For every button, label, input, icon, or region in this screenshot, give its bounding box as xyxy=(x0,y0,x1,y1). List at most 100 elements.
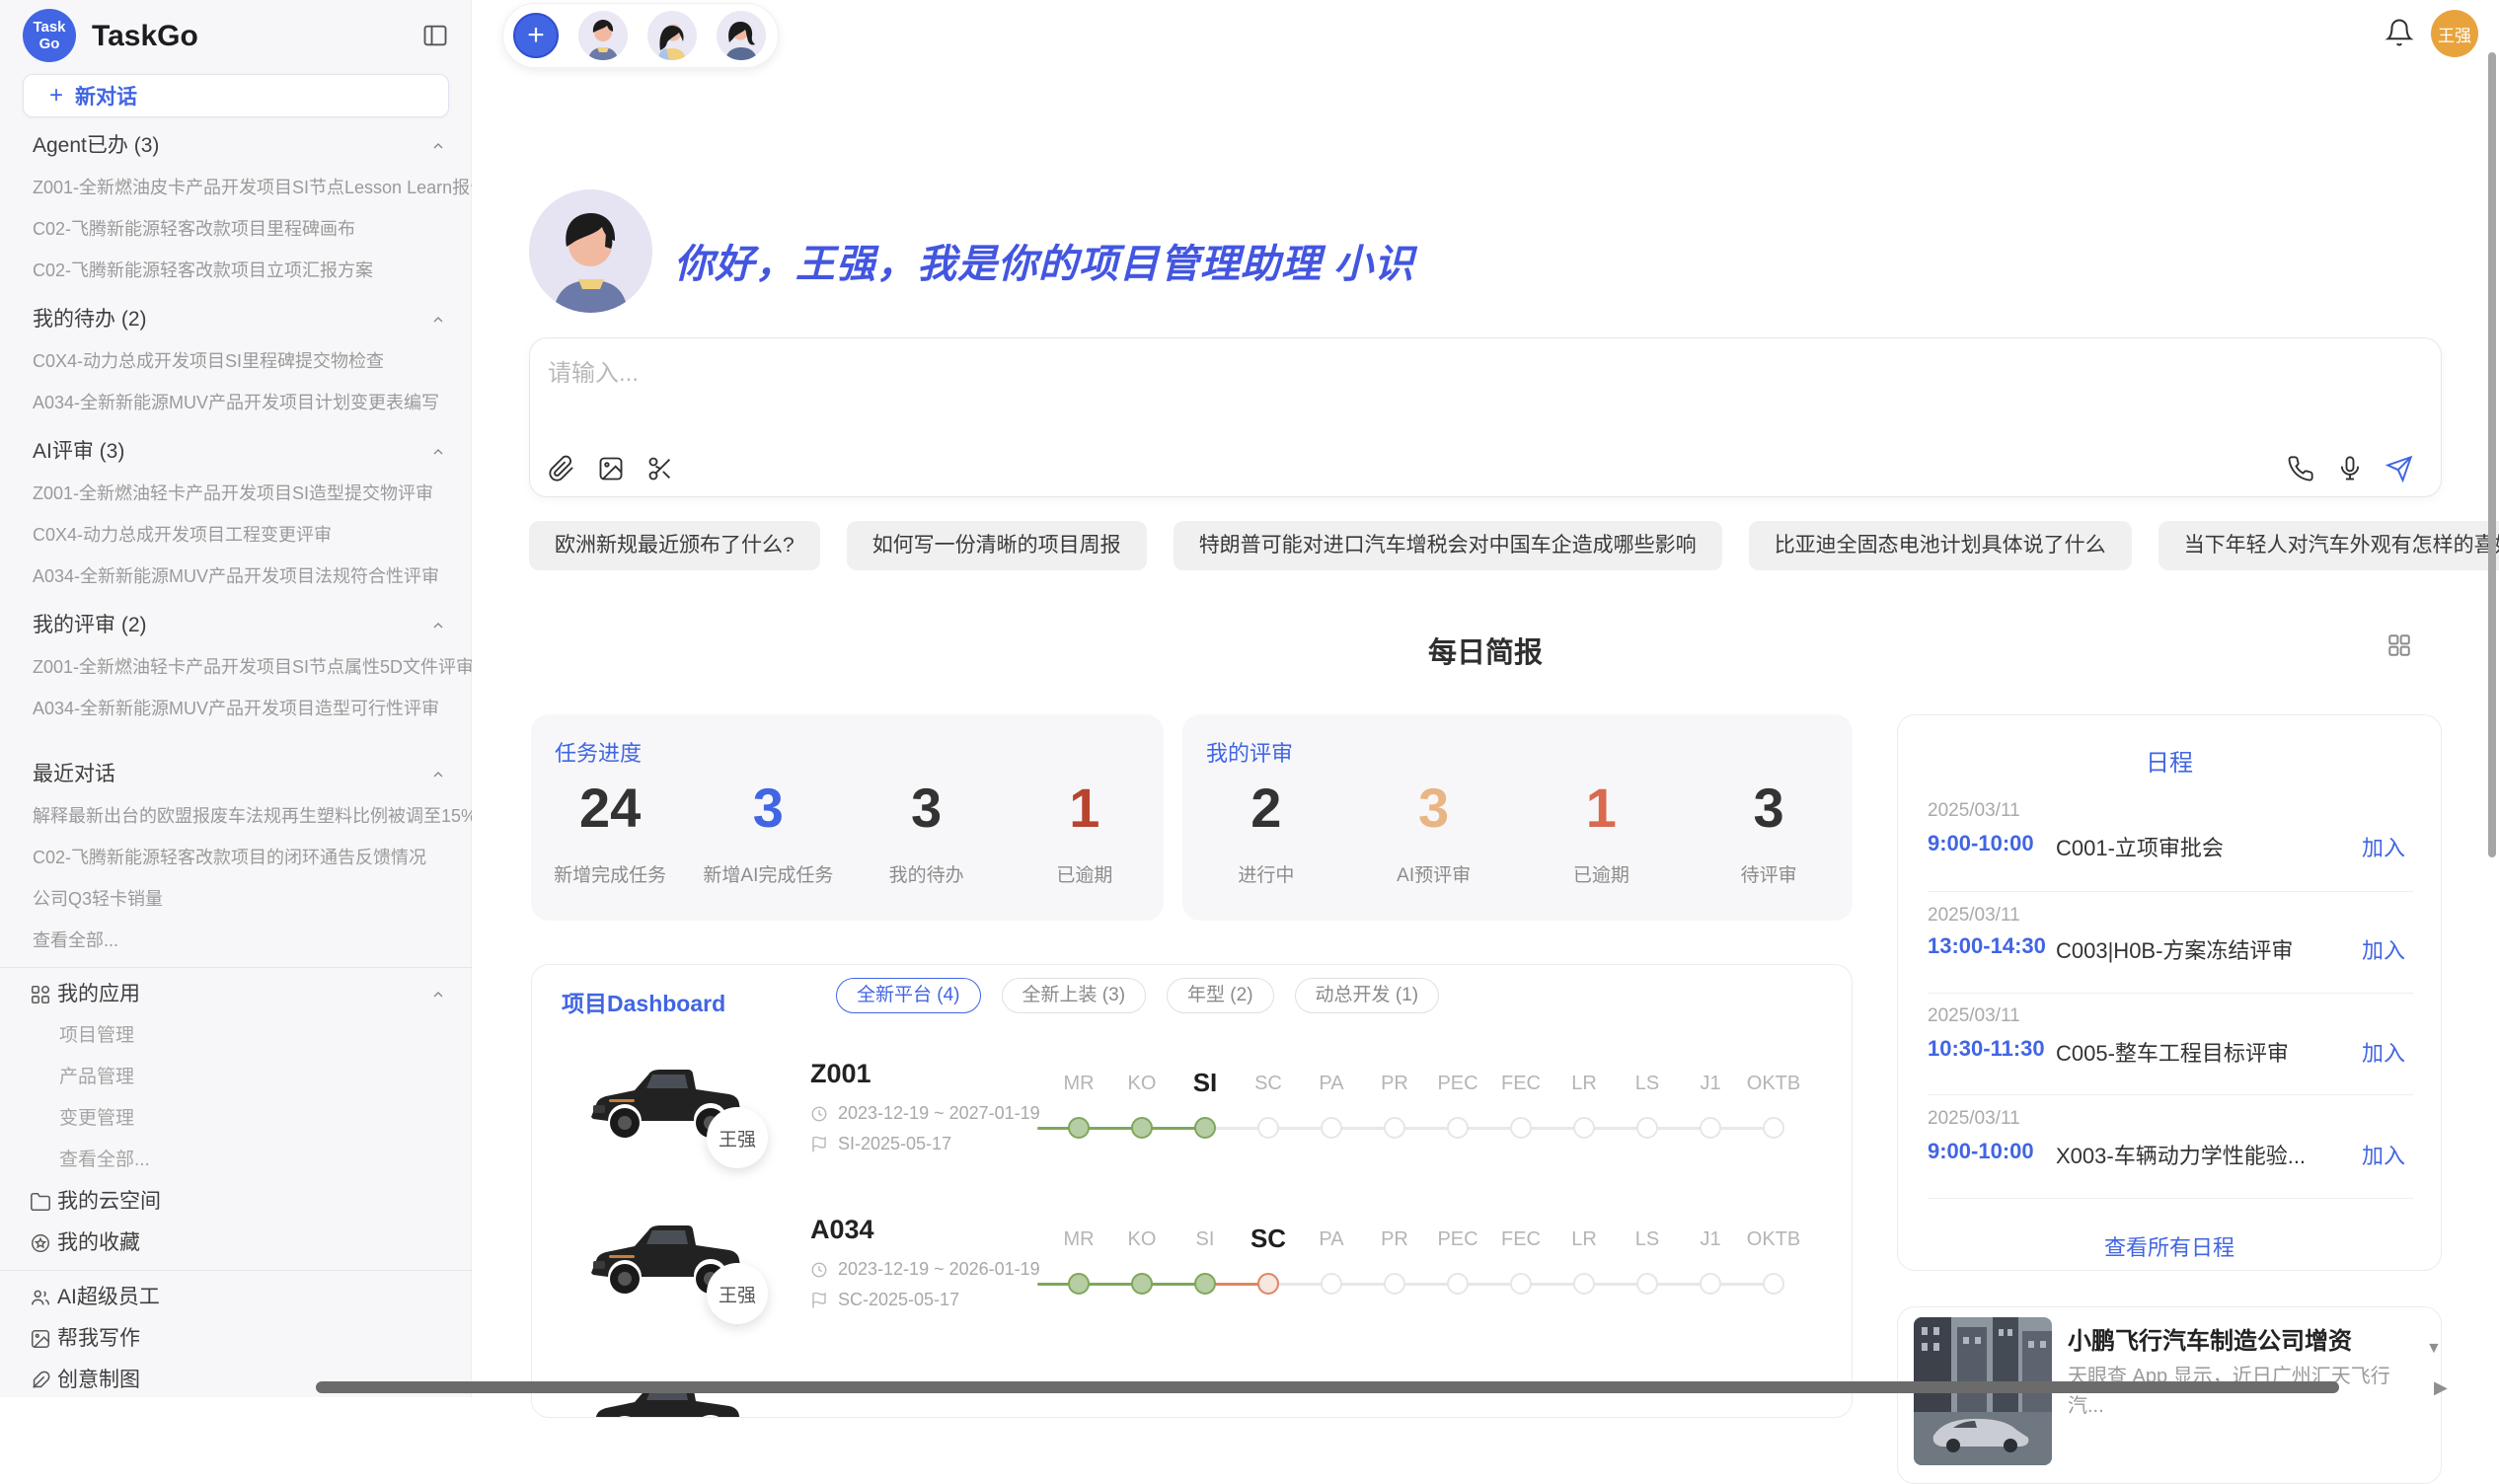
stat-item: 1 已逾期 xyxy=(1006,772,1164,887)
sidebar-item-favorites[interactable]: 我的收藏 xyxy=(0,1223,472,1264)
app-item-product-mgmt[interactable]: 产品管理 xyxy=(0,1057,472,1098)
microphone-icon[interactable] xyxy=(2336,455,2364,482)
conversation-item[interactable]: Z001-全新燃油轻卡产品开发项目SI节点属性5D文件评审 xyxy=(0,646,472,688)
horizontal-scrollbar[interactable] xyxy=(316,1381,2339,1393)
view-all-recent[interactable]: 查看全部... xyxy=(0,920,472,961)
conversation-item[interactable]: C0X4-动力总成开发项目SI里程碑提交物检查 xyxy=(0,340,472,382)
chevron-up-icon[interactable] xyxy=(430,987,446,1002)
voice-call-icon[interactable] xyxy=(2287,455,2314,482)
event-date: 2025/03/11 xyxy=(1928,1005,2020,1027)
event-title: X003-车辆动力学性能验... xyxy=(2056,1139,2306,1170)
chevron-up-icon[interactable] xyxy=(430,138,446,154)
send-icon[interactable] xyxy=(2385,455,2413,482)
project-node: SI-2025-05-17 xyxy=(810,1134,951,1154)
chevron-up-icon[interactable] xyxy=(430,444,446,460)
conversation-item[interactable]: A034-全新新能源MUV产品开发项目计划变更表编写 xyxy=(0,382,472,423)
scroll-down-arrow-icon[interactable]: ▼ xyxy=(2426,1340,2442,1358)
suggestion-chip[interactable]: 如何写一份清晰的项目周报 xyxy=(847,521,1147,570)
vertical-scrollbar[interactable] xyxy=(2488,52,2496,857)
image-upload-icon[interactable] xyxy=(597,455,625,482)
milestone-dot xyxy=(1384,1117,1405,1139)
new-chat-button[interactable]: + 新对话 xyxy=(23,74,449,117)
stat-item: 3 新增AI完成任务 xyxy=(689,772,847,887)
layout-grid-icon[interactable] xyxy=(2386,632,2412,658)
section-ai-review[interactable]: AI评审 (3) xyxy=(0,431,472,473)
member-avatar-1[interactable] xyxy=(578,11,628,60)
member-avatar-2[interactable] xyxy=(647,11,697,60)
conversation-item[interactable]: C02-飞腾新能源轻客改款项目的闭环通告反馈情况 xyxy=(0,837,472,878)
view-all-schedule[interactable]: 查看所有日程 xyxy=(1898,1230,2441,1262)
milestone-label: MR xyxy=(1047,1228,1110,1251)
suggestion-chip[interactable]: 当下年轻人对汽车外观有怎样的喜好趋势 xyxy=(2158,521,2499,570)
milestone-label: SI xyxy=(1174,1228,1237,1251)
schedule-title: 日程 xyxy=(1898,743,2441,778)
user-avatar[interactable]: 王强 xyxy=(2431,10,2478,57)
suggestion-chip[interactable]: 欧洲新规最近颁布了什么? xyxy=(529,521,820,570)
conversation-item[interactable]: 公司Q3轻卡销量 xyxy=(0,878,472,920)
join-link[interactable]: 加入 xyxy=(2362,1036,2405,1068)
milestone-dot xyxy=(1573,1117,1595,1139)
owner-name: 王强 xyxy=(719,1281,756,1307)
conversation-item[interactable]: A034-全新新能源MUV产品开发项目法规符合性评审 xyxy=(0,556,472,597)
milestone-dot xyxy=(1321,1117,1342,1139)
conversation-item[interactable]: 解释最新出台的欧盟报废车法规再生塑料比例被调至15%... xyxy=(0,795,472,837)
sidebar-item-write-helper[interactable]: 帮我写作 xyxy=(0,1318,472,1360)
scroll-right-arrow-icon[interactable]: ▶ xyxy=(2434,1377,2448,1398)
milestone-label: LS xyxy=(1616,1228,1679,1251)
task-progress-card: 任务进度 24 新增完成任务 3 新增AI完成任务 3 我的待办 1 已逾期 xyxy=(531,714,1164,921)
suggestion-chip[interactable]: 比亚迪全固态电池计划具体说了什么 xyxy=(1749,521,2132,570)
conversation-item[interactable]: Z001-全新燃油轻卡产品开发项目SI造型提交物评审 xyxy=(0,473,472,514)
member-avatar-3[interactable] xyxy=(717,11,766,60)
sidebar-item-cloud-space[interactable]: 我的云空间 xyxy=(0,1181,472,1223)
filter-chip[interactable]: 动总开发 (1) xyxy=(1295,978,1440,1013)
stat-item: 3 AI预评审 xyxy=(1350,772,1518,887)
chat-input[interactable] xyxy=(548,354,2226,394)
chevron-up-icon[interactable] xyxy=(430,767,446,782)
scissors-icon[interactable] xyxy=(646,455,674,482)
people-icon xyxy=(30,1287,51,1308)
app-item-project-mgmt[interactable]: 项目管理 xyxy=(0,1015,472,1057)
flag-icon xyxy=(810,1292,828,1309)
section-recent-chats[interactable]: 最近对话 xyxy=(0,754,472,795)
join-link[interactable]: 加入 xyxy=(2362,831,2405,862)
filter-chip[interactable]: 全新上装 (3) xyxy=(1002,978,1147,1013)
join-link[interactable]: 加入 xyxy=(2362,933,2405,965)
stat-value: 2 xyxy=(1182,772,1350,845)
conversation-item[interactable]: C02-飞腾新能源轻客改款项目里程碑画布 xyxy=(0,208,472,250)
conversation-item[interactable]: Z001-全新燃油皮卡产品开发项目SI节点Lesson Learn报告 xyxy=(0,167,472,208)
add-member-button[interactable]: + xyxy=(513,13,559,58)
news-card[interactable]: 小鹏飞行汽车制造公司增资 天眼查 App 显示，近日广州汇天飞行汽... xyxy=(1897,1306,2442,1484)
notification-bell-icon[interactable] xyxy=(2385,18,2414,47)
milestone-label: OKTB xyxy=(1742,1228,1805,1251)
section-my-todo[interactable]: 我的待办 (2) xyxy=(0,299,472,340)
app-item-change-mgmt[interactable]: 变更管理 xyxy=(0,1098,472,1140)
filter-chip[interactable]: 全新平台 (4) xyxy=(836,978,981,1013)
view-all-apps[interactable]: 查看全部... xyxy=(0,1140,472,1181)
owner-name: 王强 xyxy=(719,1125,756,1151)
milestone-label: OKTB xyxy=(1742,1073,1805,1095)
sidebar-item-creative-draw[interactable]: 创意制图 xyxy=(0,1360,472,1401)
project-row[interactable]: 王强 A034 2023-12-19 ~ 2026-01-19 SC-2025-… xyxy=(532,1205,1853,1321)
milestone-dot xyxy=(1131,1273,1153,1295)
stat-value: 3 xyxy=(1350,772,1518,845)
section-agent-done[interactable]: Agent已办 (3) xyxy=(0,125,472,167)
conversation-item[interactable]: A034-全新新能源MUV产品开发项目造型可行性评审 xyxy=(0,688,472,729)
sidebar-collapse-icon[interactable] xyxy=(421,22,449,49)
suggestion-chip[interactable]: 特朗普可能对进口汽车增税会对中国车企造成哪些影响 xyxy=(1174,521,1722,570)
chevron-up-icon[interactable] xyxy=(430,618,446,633)
attachment-icon[interactable] xyxy=(548,455,575,482)
section-my-review[interactable]: 我的评审 (2) xyxy=(0,605,472,646)
conversation-item[interactable]: C0X4-动力总成开发项目工程变更评审 xyxy=(0,514,472,556)
join-link[interactable]: 加入 xyxy=(2362,1139,2405,1170)
event-time: 13:00-14:30 xyxy=(1928,933,2046,959)
milestone-dot xyxy=(1510,1273,1532,1295)
chevron-up-icon[interactable] xyxy=(430,312,446,328)
node-label: SI-2025-05-17 xyxy=(838,1134,951,1154)
project-row[interactable]: 王强 Z001 2023-12-19 ~ 2027-01-19 SI-2025-… xyxy=(532,1049,1853,1165)
conversation-item[interactable]: C02-飞腾新能源轻客改款项目立项汇报方案 xyxy=(0,250,472,291)
sidebar-item-ai-staff[interactable]: AI超级员工 xyxy=(0,1277,472,1318)
sidebar-item-my-apps[interactable]: 我的应用 xyxy=(0,974,472,1015)
chat-composer xyxy=(529,337,2442,497)
filter-chip[interactable]: 年型 (2) xyxy=(1167,978,1274,1013)
news-title: 小鹏飞行汽车制造公司增资 xyxy=(2068,1321,2352,1356)
